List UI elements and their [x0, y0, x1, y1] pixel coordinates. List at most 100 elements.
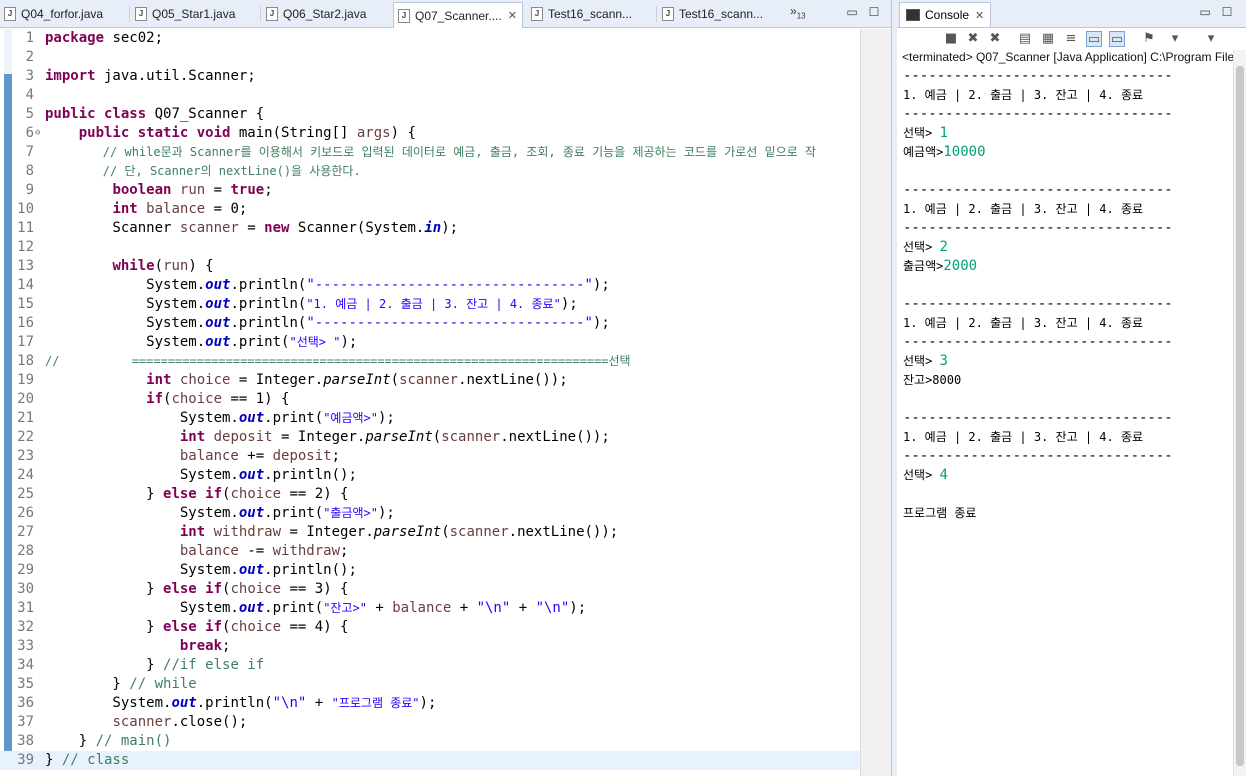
console-tab-bar: Console ✕ ▭ ☐: [897, 0, 1246, 28]
code-line[interactable]: 26 System.out.print("출금액>");: [0, 504, 860, 523]
code-line[interactable]: 33 break;: [0, 637, 860, 656]
line-number: 31: [17, 600, 34, 616]
code-token: // main(): [95, 733, 172, 749]
code-line[interactable]: 24 System.out.println();: [0, 466, 860, 485]
tab-editor-file[interactable]: J Q05_Star1.java: [131, 2, 258, 26]
tab-editor-file[interactable]: J Test16_scann...: [527, 2, 654, 26]
code-line[interactable]: 12: [0, 238, 860, 257]
console-text: 1. 예금 | 2. 출금 | 3. 잔고 | 4. 종료: [903, 430, 1144, 444]
code-token: ;: [340, 543, 349, 559]
remove-all-icon[interactable]: ✖: [987, 31, 1003, 47]
scroll-lock-icon[interactable]: ▦: [1040, 31, 1056, 47]
editor-vertical-scrollbar[interactable]: [860, 29, 891, 776]
word-wrap-icon[interactable]: ≡: [1063, 31, 1079, 47]
pin-console-icon[interactable]: ⚑: [1141, 31, 1157, 47]
code-token: scanner: [112, 714, 172, 730]
code-line[interactable]: 34 } //if else if: [0, 656, 860, 675]
code-token: "\n": [535, 600, 570, 616]
code-area[interactable]: 1 package sec02; 2 3 import java.util.Scanne…: [0, 29, 860, 776]
code-line[interactable]: 18 // ===================================…: [0, 352, 860, 371]
code-token: System.: [45, 410, 239, 426]
code-token: .print(: [264, 410, 324, 426]
code-text: } else if(choice == 3) {: [45, 580, 348, 599]
console-text: 프로그램 종료: [903, 506, 977, 520]
terminate-icon[interactable]: ■: [943, 31, 959, 47]
remove-launch-icon[interactable]: ✖: [965, 31, 981, 47]
code-line[interactable]: 17 System.out.print("선택> ");: [0, 333, 860, 352]
code-line[interactable]: 1 package sec02;: [0, 29, 860, 48]
code-text: System.out.println("\n" + "프로그램 종료");: [45, 694, 436, 713]
code-line[interactable]: 23 balance += deposit;: [0, 447, 860, 466]
code-line[interactable]: 11 Scanner scanner = new Scanner(System.…: [0, 219, 860, 238]
show-on-stdout-icon[interactable]: ▭: [1086, 31, 1102, 47]
code-line[interactable]: 27 int withdraw = Integer.parseInt(scann…: [0, 523, 860, 542]
code-line[interactable]: 31 System.out.print("잔고>" + balance + "\…: [0, 599, 860, 618]
code-line[interactable]: 28 balance -= withdraw;: [0, 542, 860, 561]
code-line[interactable]: 30 } else if(choice == 3) {: [0, 580, 860, 599]
scrollbar-thumb[interactable]: [1236, 66, 1244, 766]
code-line[interactable]: 32 } else if(choice == 4) {: [0, 618, 860, 637]
code-line[interactable]: 25 } else if(choice == 2) {: [0, 485, 860, 504]
code-line[interactable]: 39} // class: [0, 751, 860, 770]
tab-editor-file[interactable]: J Test16_scann...: [658, 2, 785, 26]
console-text: 1. 예금 | 2. 출금 | 3. 잔고 | 4. 종료: [903, 316, 1144, 330]
code-token: args: [356, 125, 391, 141]
code-token: public static void: [78, 125, 231, 141]
console-line: 선택> 4: [903, 466, 948, 485]
tab-editor-file[interactable]: J Q06_Star2.java: [262, 2, 389, 26]
code-token: scanner: [399, 372, 459, 388]
code-line[interactable]: 9 boolean run = true;: [0, 181, 860, 200]
code-token: run: [179, 182, 206, 198]
code-text: // 단, Scanner의 nextLine()을 사용한다.: [45, 162, 361, 181]
code-line[interactable]: 22 int deposit = Integer.parseInt(scanne…: [0, 428, 860, 447]
tab-console[interactable]: Console ✕: [899, 2, 991, 27]
code-line[interactable]: 6 ⊖ public static void main(String[] args…: [0, 124, 860, 143]
code-line[interactable]: 13 while(run) {: [0, 257, 860, 276]
code-line[interactable]: 2: [0, 48, 860, 67]
code-line[interactable]: 21 System.out.print("예금액>");: [0, 409, 860, 428]
code-line[interactable]: 15 System.out.println("1. 예금 | 2. 출금 | 3…: [0, 295, 860, 314]
close-icon[interactable]: ✕: [975, 9, 984, 22]
tab-editor-file[interactable]: J Q04_forfor.java: [0, 2, 127, 26]
code-line[interactable]: 19 int choice = Integer.parseInt(scanner…: [0, 371, 860, 390]
code-line[interactable]: 3 import java.util.Scanner;: [0, 67, 860, 86]
code-line[interactable]: 20 if(choice == 1) {: [0, 390, 860, 409]
open-console-icon[interactable]: ▾: [1203, 31, 1219, 47]
tab-overflow-button[interactable]: »13: [790, 4, 806, 20]
code-line[interactable]: 8 // 단, Scanner의 nextLine()을 사용한다.: [0, 162, 860, 181]
code-line[interactable]: 29 System.out.println();: [0, 561, 860, 580]
code-line[interactable]: 35 } // while: [0, 675, 860, 694]
code-line[interactable]: 36 System.out.println("\n" + "프로그램 종료");: [0, 694, 860, 713]
code-token: Scanner: [45, 220, 180, 236]
code-line[interactable]: 5 public class Q07_Scanner {: [0, 105, 860, 124]
clear-console-icon[interactable]: ▤: [1017, 31, 1033, 47]
console-minimize-icon[interactable]: ▭: [1199, 6, 1211, 18]
console-text: --------------------------------: [903, 106, 1173, 122]
code-token: if: [146, 391, 164, 407]
show-on-stderr-icon[interactable]: ▭: [1109, 31, 1125, 47]
tab-editor-file[interactable]: J Q07_Scanner.... ✕: [393, 2, 523, 28]
code-token: int: [179, 429, 206, 445]
code-line[interactable]: 38 } // main(): [0, 732, 860, 751]
close-tab-icon[interactable]: ✕: [508, 9, 517, 22]
code-line[interactable]: 37 scanner.close();: [0, 713, 860, 732]
display-console-icon[interactable]: ▾: [1167, 31, 1183, 47]
code-line[interactable]: 16 System.out.println("-----------------…: [0, 314, 860, 333]
console-vertical-scrollbar[interactable]: [1233, 50, 1246, 776]
editor-maximize-icon[interactable]: ☐: [868, 6, 880, 18]
fold-toggle-icon[interactable]: ⊖: [35, 124, 40, 143]
code-line[interactable]: 4: [0, 86, 860, 105]
console-line: 1. 예금 | 2. 출금 | 3. 잔고 | 4. 종료: [903, 200, 1143, 219]
line-number: 25: [17, 486, 34, 502]
code-token: = 0;: [205, 201, 248, 217]
code-token: choice: [230, 486, 282, 502]
console-toolbar: ■ ✖ ✖ ▤ ▦ ≡ ▭ ▭ ⚑ ▾ ▾: [897, 28, 1246, 50]
code-line[interactable]: 10 int balance = 0;: [0, 200, 860, 219]
code-line[interactable]: 7 // while문과 Scanner를 이용해서 키보드로 입력된 데이터로…: [0, 143, 860, 162]
console-maximize-icon[interactable]: ☐: [1221, 6, 1233, 18]
editor-minimize-icon[interactable]: ▭: [846, 6, 858, 18]
code-token: "\n": [272, 695, 307, 711]
code-line[interactable]: 14 System.out.println("-----------------…: [0, 276, 860, 295]
